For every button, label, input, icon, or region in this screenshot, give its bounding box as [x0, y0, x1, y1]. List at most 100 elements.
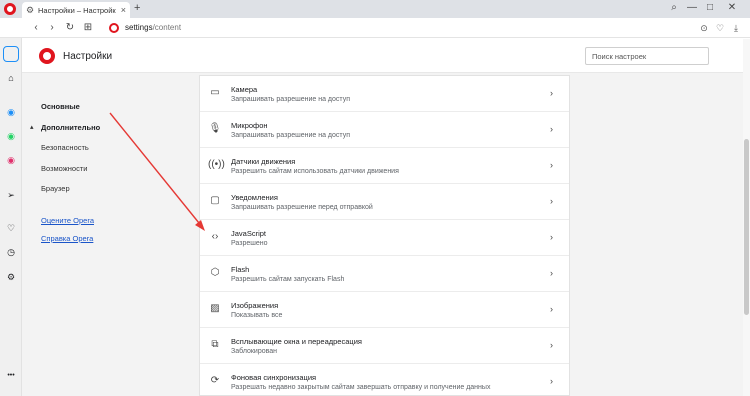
- row-microphone[interactable]: 🎙 Микрофон Запрашивать разрешение на досту…: [200, 112, 569, 148]
- gear-icon: ⚙: [26, 5, 35, 15]
- row-title: Всплывающие окна и переадресация: [231, 337, 362, 346]
- microphone-icon: 🎙: [208, 123, 222, 134]
- title-bar: ⚙ Настройки – Настройки о × + ⌕ — □ ✕: [0, 0, 750, 18]
- row-background-sync[interactable]: ⟳ Фоновая синхронизация Разрешать недавно …: [200, 364, 569, 395]
- heart-icon: ♡: [6, 223, 16, 233]
- address-bar: ‹ › ↻ ⊞ settings/content ⊙ ♡ ⤓: [0, 18, 750, 38]
- maximize-button[interactable]: □: [704, 2, 716, 14]
- rate-opera-link[interactable]: Оцените Opera: [41, 216, 94, 225]
- code-icon: ‹›: [211, 231, 219, 242]
- row-popups[interactable]: ⧉ Всплывающие окна и переадресация Заблоки…: [200, 328, 569, 364]
- opera-menu-icon[interactable]: [4, 3, 16, 15]
- row-title: Фоновая синхронизация: [231, 373, 317, 382]
- reload-button[interactable]: ↻: [64, 22, 76, 34]
- instagram-icon: ◉: [7, 155, 15, 165]
- history-icon: ◷: [7, 247, 15, 257]
- row-subtitle: Показывать все: [231, 312, 283, 319]
- sidebar-messenger[interactable]: ◉: [3, 104, 19, 120]
- row-subtitle: Разрешено: [231, 240, 268, 247]
- chevron-right-icon: ›: [550, 160, 553, 170]
- opera-url-icon: [109, 23, 119, 33]
- puzzle-icon: ⬡: [210, 267, 220, 278]
- heart-icon[interactable]: ♡: [714, 22, 726, 34]
- whatsapp-icon: ◉: [7, 131, 15, 141]
- url-path: /content: [152, 23, 182, 32]
- row-flash[interactable]: ⬡ Flash Разрешить сайтам запускать Flash ›: [200, 256, 569, 292]
- opera-logo-icon: [39, 48, 55, 64]
- row-subtitle: Разрешить сайтам запускать Flash: [231, 276, 345, 283]
- minimize-button[interactable]: —: [686, 2, 698, 14]
- collapse-icon[interactable]: ▴: [30, 123, 34, 131]
- row-subtitle: Разрешать недавно закрытым сайтам заверш…: [231, 384, 491, 391]
- sidebar-instagram[interactable]: ◉: [3, 152, 19, 168]
- more-icon: •••: [7, 372, 15, 379]
- url-field[interactable]: settings/content: [125, 23, 181, 32]
- help-opera-link[interactable]: Справка Opera: [41, 234, 93, 243]
- row-notifications[interactable]: ▢ Уведомления Запрашивать разрешение перед…: [200, 184, 569, 220]
- row-title: JavaScript: [231, 229, 267, 238]
- row-camera[interactable]: ▭ Камера Запрашивать разрешение на доступ ›: [200, 76, 569, 112]
- download-icon[interactable]: ⤓: [730, 22, 742, 34]
- messenger-icon: ◉: [7, 107, 15, 117]
- row-subtitle: Разрешить сайтам использовать датчики дв…: [231, 168, 399, 175]
- send-icon: ➢: [7, 190, 15, 200]
- tab-search-icon[interactable]: ⌕: [668, 2, 680, 14]
- page-title: Настройки: [63, 51, 113, 62]
- sidebar-settings[interactable]: ⚙: [3, 269, 19, 285]
- settings-header: Настройки Поиск настроек: [22, 39, 743, 73]
- sidebar-more[interactable]: •••: [3, 368, 19, 384]
- image-icon: ▨: [210, 303, 220, 314]
- settings-icon: ⚙: [6, 272, 16, 282]
- chevron-right-icon: ›: [550, 124, 553, 134]
- tab-settings[interactable]: ⚙ Настройки – Настройки о ×: [22, 2, 130, 18]
- scroll-thumb[interactable]: [744, 139, 749, 315]
- row-title: Изображения: [231, 301, 279, 310]
- new-tab-button[interactable]: +: [134, 2, 140, 14]
- nav-browser[interactable]: Браузер: [41, 184, 70, 193]
- chevron-right-icon: ›: [550, 340, 553, 350]
- row-subtitle: Заблокирован: [231, 348, 278, 355]
- chevron-right-icon: ›: [550, 88, 553, 98]
- nav-advanced[interactable]: Дополнительно: [41, 123, 100, 132]
- row-images[interactable]: ▨ Изображения Показывать все ›: [200, 292, 569, 328]
- page-scrollbar[interactable]: [743, 39, 750, 396]
- url-host: settings: [125, 23, 153, 32]
- sidebar-heart[interactable]: ♡: [3, 220, 19, 236]
- row-motion-sensors[interactable]: ((•)) Датчики движения Разрешить сайтам ис…: [200, 148, 569, 184]
- row-subtitle: Запрашивать разрешение на доступ: [231, 96, 350, 103]
- camera-icon: ▭: [210, 87, 220, 98]
- row-title: Камера: [231, 85, 258, 94]
- sidebar-whatsapp[interactable]: ◉: [3, 128, 19, 144]
- chevron-right-icon: ›: [550, 376, 553, 386]
- settings-body: Основные ▴ Дополнительно Безопасность Во…: [22, 73, 743, 396]
- notification-icon: ▢: [210, 195, 220, 206]
- row-subtitle: Запрашивать разрешение на доступ: [231, 132, 350, 139]
- sensors-icon: ((•)): [208, 159, 225, 170]
- sidebar-home[interactable]: ⌂: [3, 70, 19, 86]
- chevron-right-icon: ›: [550, 196, 553, 206]
- close-tab-icon[interactable]: ×: [121, 5, 126, 15]
- row-title: Уведомления: [231, 193, 278, 202]
- back-button[interactable]: ‹: [30, 22, 42, 34]
- forward-button[interactable]: ›: [46, 22, 58, 34]
- speed-dial-button[interactable]: [3, 46, 19, 62]
- row-title: Микрофон: [231, 121, 268, 130]
- row-subtitle: Запрашивать разрешение перед отправкой: [231, 204, 373, 211]
- nav-basic[interactable]: Основные: [41, 102, 80, 111]
- close-window-button[interactable]: ✕: [726, 2, 738, 14]
- camera-icon[interactable]: ⊙: [698, 22, 710, 34]
- sidebar-send[interactable]: ➢: [3, 187, 19, 203]
- chevron-right-icon: ›: [550, 232, 553, 242]
- popup-icon: ⧉: [211, 339, 219, 350]
- tab-overview-button[interactable]: ⊞: [82, 22, 94, 34]
- sidebar-history[interactable]: ◷: [3, 244, 19, 260]
- content-settings-card: ▭ Камера Запрашивать разрешение на доступ ›…: [199, 75, 570, 396]
- nav-features[interactable]: Возможности: [41, 164, 87, 173]
- chevron-right-icon: ›: [550, 268, 553, 278]
- tab-title: Настройки – Настройки о: [38, 6, 116, 15]
- row-title: Flash: [231, 265, 250, 274]
- nav-security[interactable]: Безопасность: [41, 143, 89, 152]
- row-title: Датчики движения: [231, 157, 296, 166]
- settings-search-input[interactable]: Поиск настроек: [585, 47, 709, 65]
- row-javascript[interactable]: ‹› JavaScript Разрешено ›: [200, 220, 569, 256]
